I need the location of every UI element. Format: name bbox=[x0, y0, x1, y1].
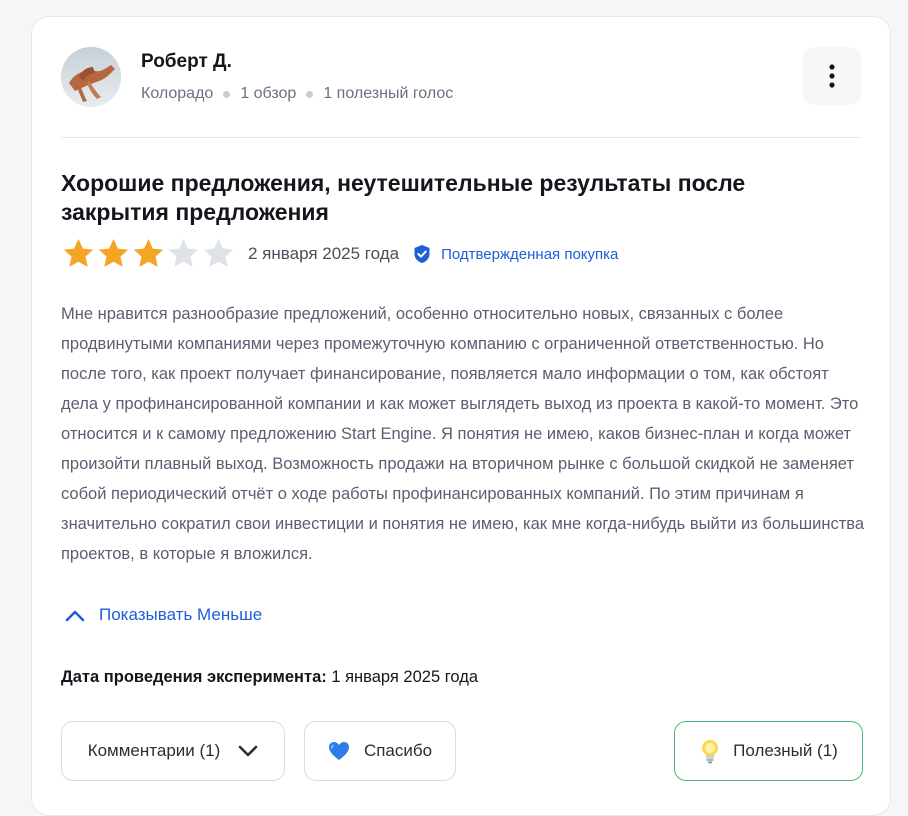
rating-row: 2 января 2025 года Подтвержденная покупк… bbox=[61, 236, 618, 272]
chevron-up-icon bbox=[65, 610, 85, 621]
author-name[interactable]: Роберт Д. bbox=[141, 51, 232, 73]
author-meta: Колорадо 1 обзор 1 полезный голос bbox=[141, 85, 453, 103]
author-location: Колорадо bbox=[141, 85, 214, 102]
star-filled-icon bbox=[63, 239, 94, 267]
separator-dot bbox=[306, 90, 314, 98]
comments-button[interactable]: Комментарии (1) bbox=[61, 721, 285, 781]
experiment-date-value: 1 января 2025 года bbox=[331, 668, 478, 686]
experiment-date-label: Дата проведения эксперимента: bbox=[61, 668, 327, 686]
avatar-image bbox=[61, 47, 121, 107]
author-helpful-votes: 1 полезный голос bbox=[323, 85, 454, 102]
show-less-label: Показывать Меньше bbox=[99, 605, 263, 624]
star-rating bbox=[61, 237, 236, 271]
star-filled-icon bbox=[98, 239, 129, 267]
shield-check-icon bbox=[414, 245, 430, 263]
review-title: Хорошие предложения, неутешительные резу… bbox=[61, 170, 746, 225]
experiment-date: Дата проведения эксперимента: 1 января 2… bbox=[61, 668, 478, 687]
lightbulb-icon bbox=[702, 740, 719, 764]
thanks-button[interactable]: Спасибо bbox=[304, 721, 456, 781]
avatar bbox=[61, 47, 121, 107]
more-vertical-icon bbox=[829, 64, 835, 88]
star-empty-icon bbox=[168, 239, 199, 267]
separator-dot bbox=[223, 90, 231, 98]
show-less-toggle[interactable]: Показывать Меньше bbox=[65, 605, 262, 625]
chevron-down-icon bbox=[238, 745, 258, 756]
author-reviews-count: 1 обзор bbox=[240, 85, 297, 102]
review-date: 2 января 2025 года bbox=[248, 244, 400, 263]
more-options-button[interactable] bbox=[803, 47, 861, 105]
comments-label: Комментарии (1) bbox=[87, 741, 221, 760]
review-body: Мне нравится разнообразие предложений, о… bbox=[61, 305, 865, 563]
helpful-button[interactable]: Полезный (1) bbox=[674, 721, 863, 781]
verified-purchase-label: Подтвержденная покупка bbox=[441, 245, 619, 263]
star-filled-icon bbox=[133, 239, 164, 267]
header-divider bbox=[61, 137, 861, 138]
review-header: Роберт Д. Колорадо 1 обзор 1 полезный го… bbox=[61, 47, 861, 107]
star-empty-icon bbox=[203, 239, 234, 267]
thanks-label: Спасибо bbox=[363, 741, 433, 760]
review-card: Роберт Д. Колорадо 1 обзор 1 полезный го… bbox=[31, 16, 891, 816]
blue-heart-icon bbox=[328, 742, 349, 760]
helpful-label: Полезный (1) bbox=[733, 741, 838, 760]
verified-purchase-badge: Подтвержденная покупка bbox=[413, 244, 618, 264]
